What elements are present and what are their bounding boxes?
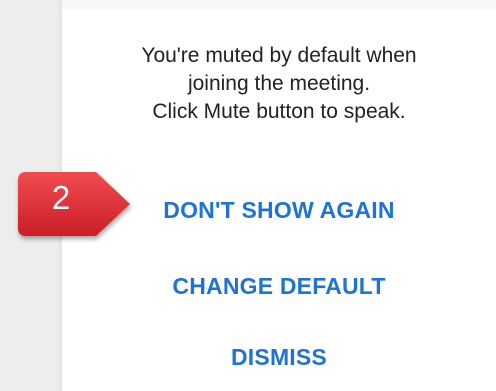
change-default-button[interactable]: CHANGE DEFAULT [62,272,496,300]
dismiss-button[interactable]: DISMISS [62,343,496,371]
step-marker-icon [18,172,130,236]
step-marker-label: 2 [51,179,71,216]
message-line-3: Click Mute button to speak. [152,100,406,123]
message-line-1: You're muted by default when [141,44,417,67]
dialog-top-band [62,0,496,10]
message-line-2: joining the meeting. [187,72,371,95]
dialog-message: You're muted by default when joining the… [62,42,496,126]
